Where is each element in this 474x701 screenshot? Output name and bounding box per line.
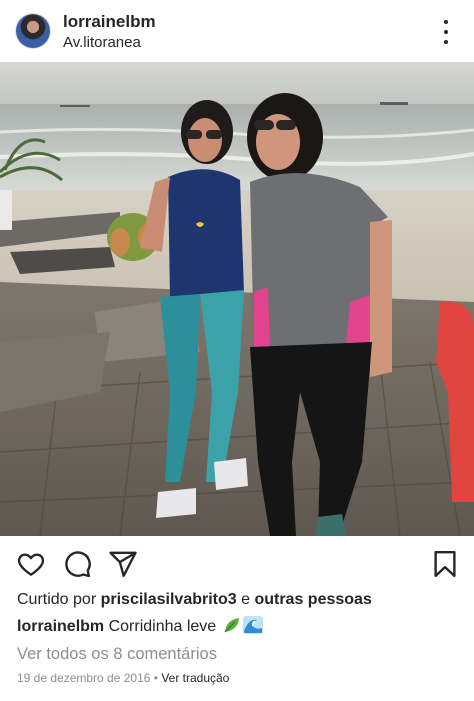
likes-others[interactable]: outras pessoas — [254, 591, 371, 608]
comment-icon[interactable] — [62, 549, 92, 579]
send-icon[interactable] — [108, 549, 138, 579]
post-photo[interactable] — [0, 62, 474, 536]
caption-text: Corridinha leve — [104, 618, 217, 635]
see-translation-link[interactable]: Ver tradução — [161, 671, 229, 685]
bookmark-icon[interactable] — [430, 549, 460, 579]
instagram-post: lorrainelbm Av.litoranea Curtido por pri… — [0, 0, 474, 701]
caption-username[interactable]: lorrainelbm — [17, 618, 104, 635]
meta-separator: • — [150, 671, 162, 685]
post-username[interactable]: lorrainelbm — [63, 12, 156, 32]
post-caption: lorrainelbm Corridinha leve — [17, 616, 263, 639]
more-options-icon[interactable] — [438, 20, 454, 44]
view-all-comments-link[interactable]: Ver todos os 8 comentários — [17, 645, 217, 664]
action-bar — [0, 545, 474, 581]
post-location[interactable]: Av.litoranea — [63, 34, 141, 51]
post-header: lorrainelbm Av.litoranea — [0, 0, 474, 62]
post-date: 19 de dezembro de 2016 — [17, 671, 151, 685]
photo-illustration — [0, 62, 474, 536]
wave-icon — [242, 616, 263, 639]
heart-icon[interactable] — [16, 549, 46, 579]
avatar[interactable] — [16, 14, 50, 48]
likes-summary[interactable]: Curtido por priscilasilvabrito3 e outras… — [17, 591, 372, 609]
leaf-icon — [223, 616, 241, 639]
likes-user[interactable]: priscilasilvabrito3 — [101, 591, 237, 608]
likes-connector: e — [236, 591, 255, 608]
post-meta: 19 de dezembro de 2016 • Ver tradução — [17, 671, 229, 685]
likes-prefix: Curtido por — [17, 591, 101, 608]
